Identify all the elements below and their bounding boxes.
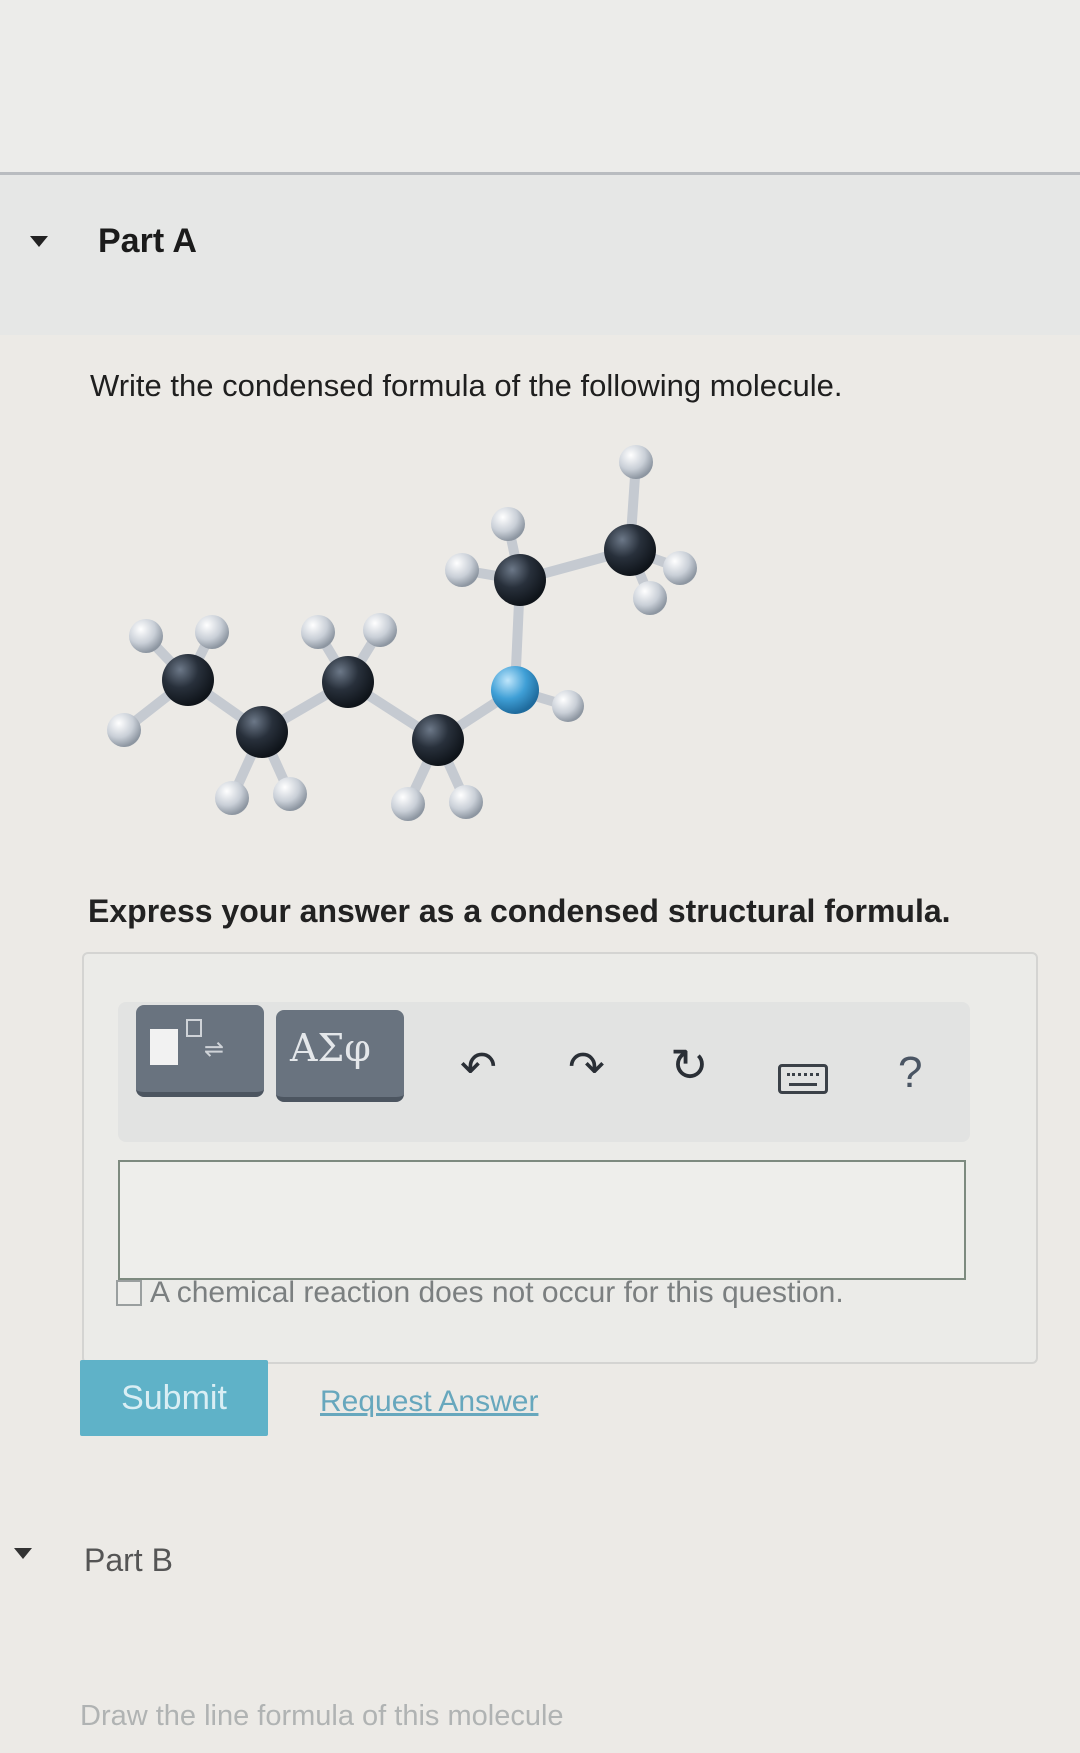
carbon-atom-3 <box>322 656 374 708</box>
no-reaction-checkbox[interactable] <box>116 1280 142 1306</box>
answer-instructions: Express your answer as a condensed struc… <box>88 893 951 929</box>
oxygen-atom <box>491 666 539 714</box>
superscript-box-icon <box>186 1019 202 1037</box>
part-b-collapse-icon[interactable] <box>14 1548 32 1559</box>
request-answer-link[interactable]: Request Answer <box>320 1385 538 1419</box>
submit-button[interactable]: Submit <box>80 1360 268 1436</box>
templates-button[interactable]: ⇌ <box>136 1005 264 1097</box>
top-band <box>0 0 1080 175</box>
carbon-atom-2 <box>236 706 288 758</box>
help-icon[interactable]: ? <box>898 1048 922 1098</box>
reset-icon[interactable]: ↻ <box>670 1038 709 1092</box>
templates-icon <box>150 1029 178 1065</box>
part-b-title[interactable]: Part B <box>84 1542 173 1579</box>
part-a-collapse-icon[interactable] <box>30 236 48 247</box>
undo-icon[interactable]: ↶ <box>460 1042 497 1093</box>
redo-icon[interactable]: ↷ <box>568 1042 605 1093</box>
equilibrium-arrows-icon: ⇌ <box>204 1035 225 1063</box>
carbon-atom-4 <box>412 714 464 766</box>
part-a-title: Part A <box>98 222 197 260</box>
question-text: Write the condensed formula of the follo… <box>90 368 843 403</box>
molecule-model-image <box>107 445 697 821</box>
carbon-atom-5 <box>494 554 546 606</box>
no-reaction-label[interactable]: A chemical reaction does not occur for t… <box>150 1276 844 1310</box>
part-b-question-text: Draw the line formula of this molecule <box>80 1700 564 1732</box>
carbon-atom-6 <box>604 524 656 576</box>
greek-symbols-label: ΑΣφ <box>290 1026 371 1070</box>
carbon-atom-1 <box>162 654 214 706</box>
keyboard-icon[interactable] <box>778 1064 828 1094</box>
answer-input[interactable] <box>118 1160 966 1280</box>
symbols-button[interactable]: ΑΣφ <box>276 1010 404 1102</box>
